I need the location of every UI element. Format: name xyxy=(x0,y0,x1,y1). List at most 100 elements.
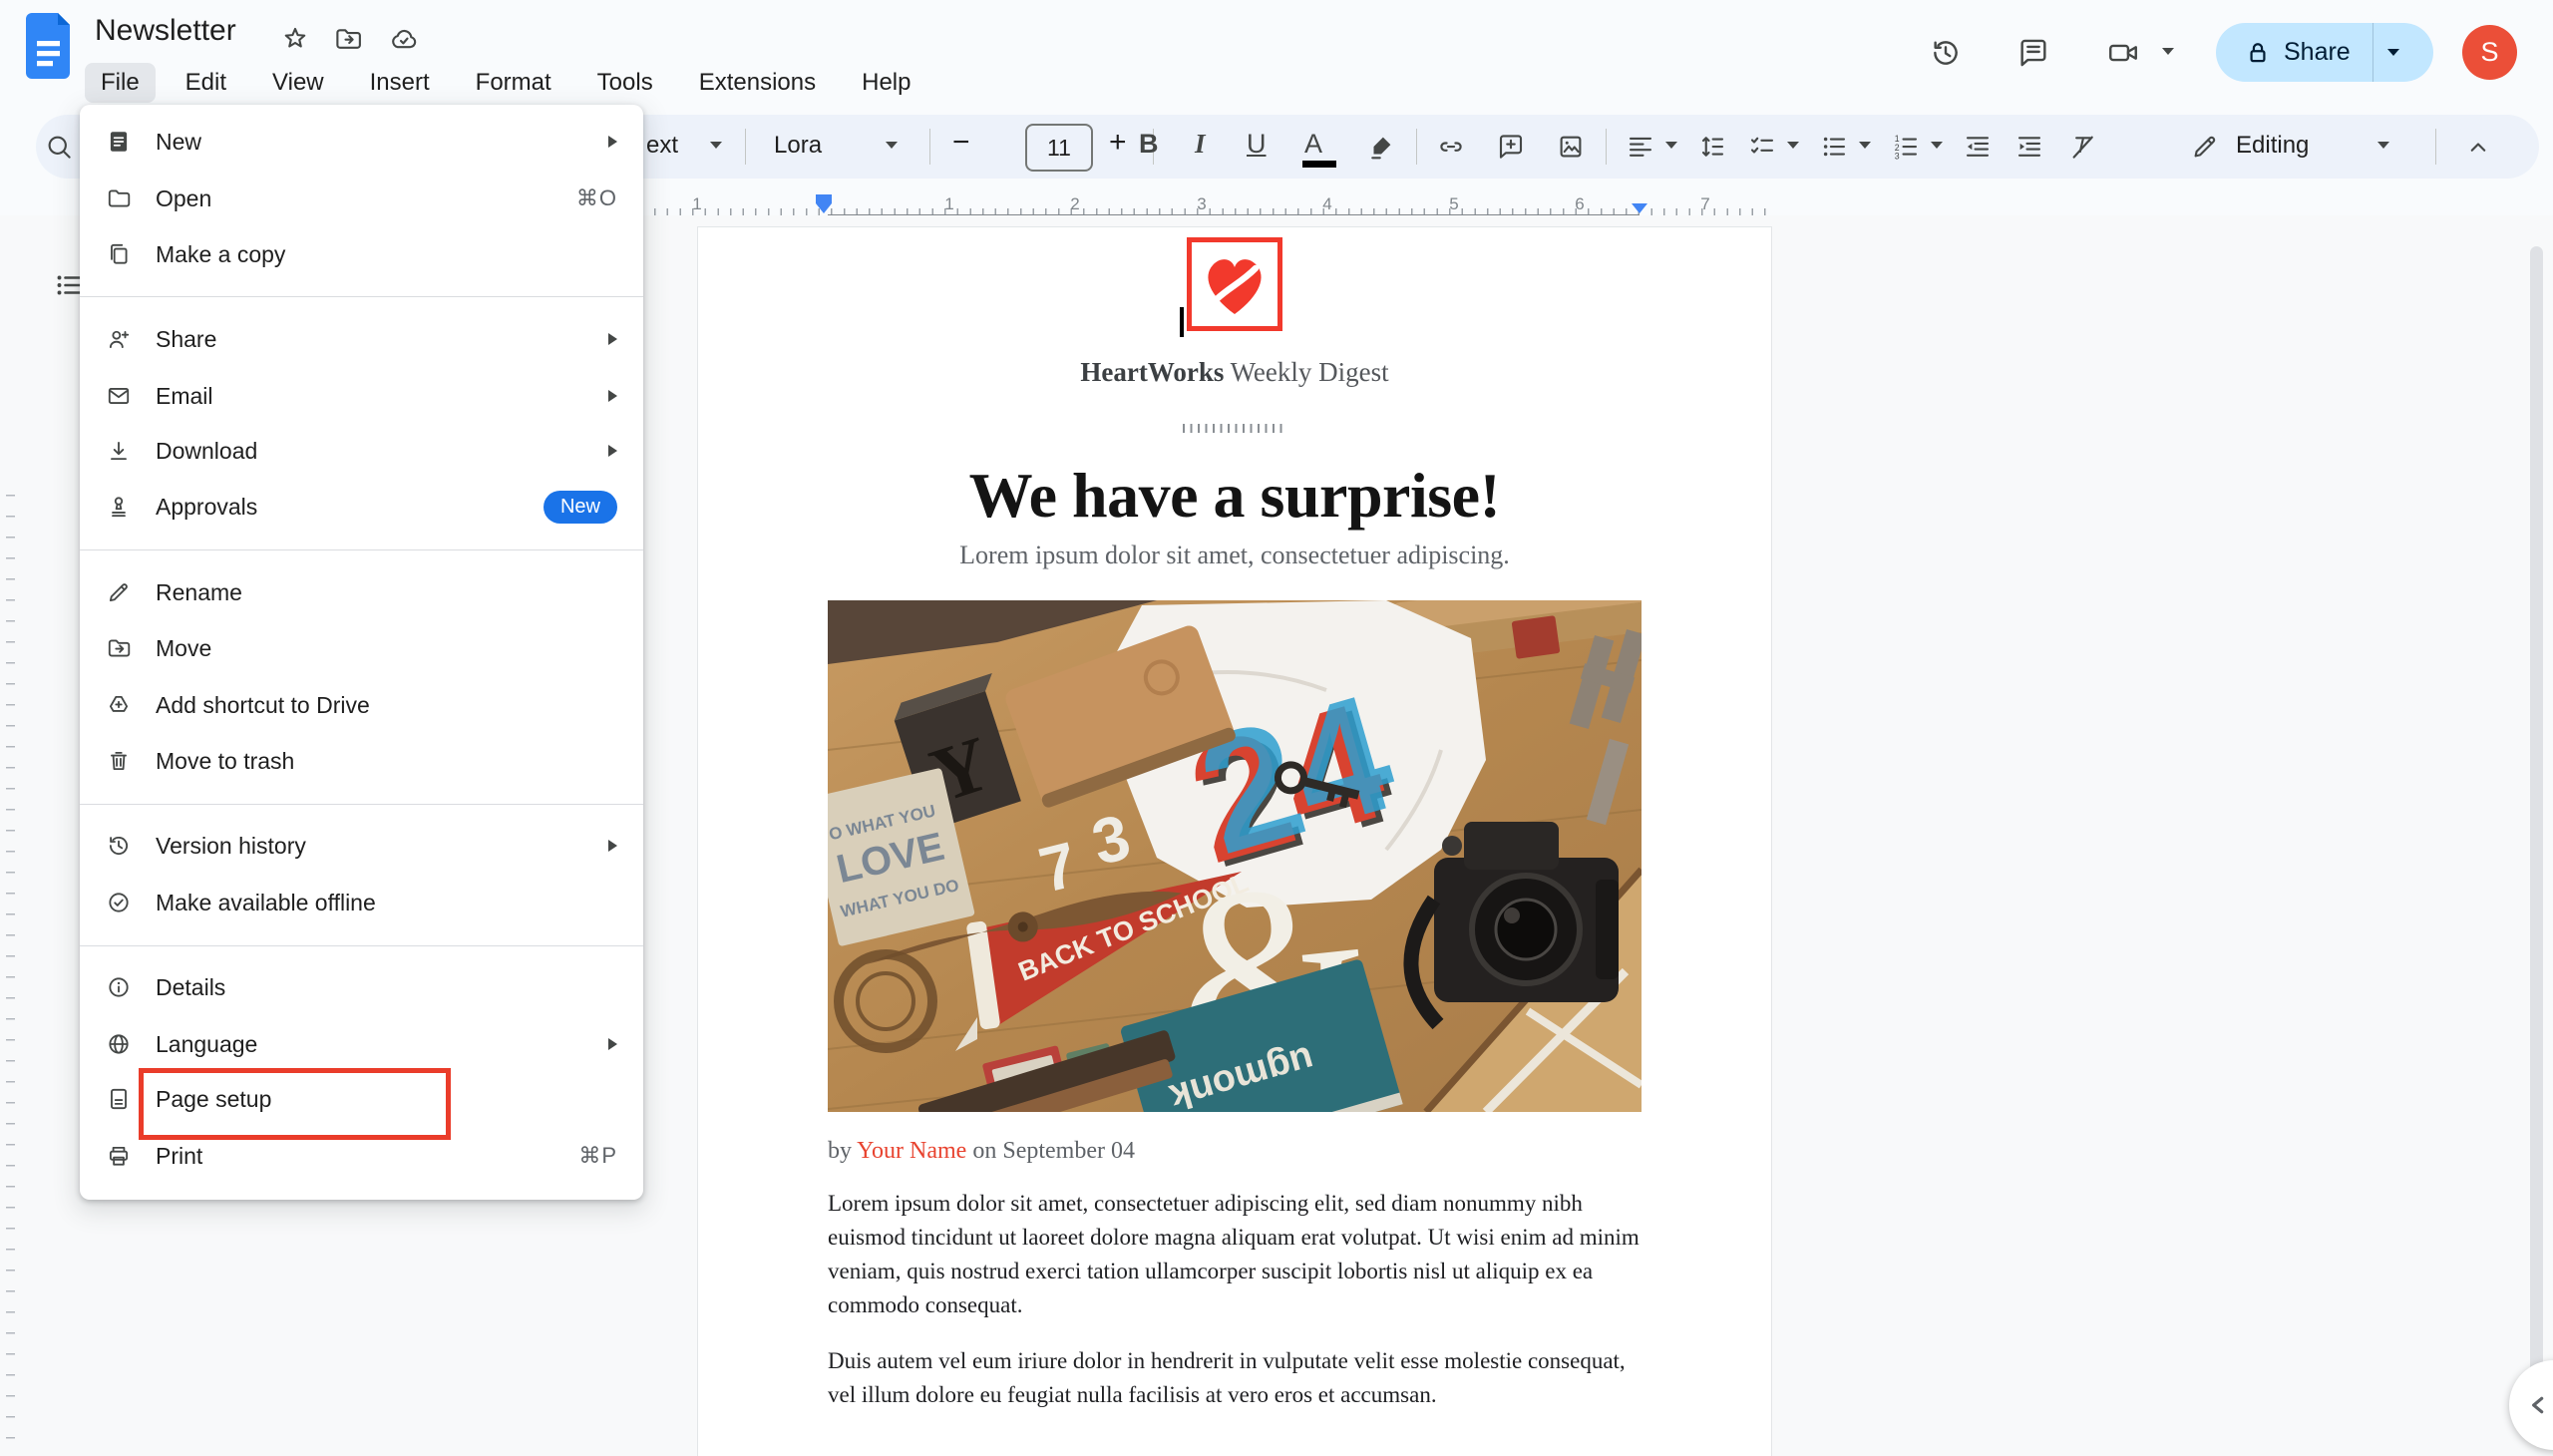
menu-item-download[interactable]: Download xyxy=(80,423,643,479)
editing-mode-dropdown[interactable]: Editing xyxy=(2236,132,2309,160)
ruler-number: 1 xyxy=(944,194,953,214)
folder-move-icon xyxy=(106,635,132,661)
ruler-number: 4 xyxy=(1322,194,1331,214)
font-size-input[interactable]: 11 xyxy=(1025,124,1093,172)
copy-icon xyxy=(106,241,132,267)
menu-format[interactable]: Format xyxy=(460,63,567,103)
numbered-list-dropdown-icon[interactable] xyxy=(1931,142,1943,149)
search-icon[interactable] xyxy=(44,132,74,162)
video-call-dropdown-icon[interactable] xyxy=(2162,48,2174,55)
insert-link-button[interactable] xyxy=(1436,132,1466,162)
cloud-status-icon[interactable] xyxy=(389,24,419,54)
editing-mode-dropdown-icon[interactable] xyxy=(2377,142,2389,149)
menu-insert[interactable]: Insert xyxy=(354,63,446,103)
keyboard-shortcut: ⌘P xyxy=(578,1143,617,1169)
menu-item-open[interactable]: Open ⌘O xyxy=(80,171,643,226)
google-docs-window: Newsletter File Edit View Insert Format … xyxy=(0,0,2553,1456)
menu-item-make-available-offline[interactable]: Make available offline xyxy=(80,875,643,930)
document-page[interactable]: HeartWorks Weekly Digest We have a surpr… xyxy=(697,226,1772,1456)
menu-item-add-shortcut-to-drive[interactable]: Add shortcut to Drive xyxy=(80,677,643,733)
highlight-color-button[interactable] xyxy=(1366,132,1396,162)
menu-view[interactable]: View xyxy=(256,63,340,103)
envelope-icon xyxy=(106,383,132,409)
menu-item-approvals[interactable]: Approvals New xyxy=(80,479,643,535)
article-subtitle: Lorem ipsum dolor sit amet, consectetuer… xyxy=(828,541,1641,570)
first-line-indent-marker[interactable] xyxy=(816,194,832,203)
menu-divider xyxy=(80,549,643,550)
vertical-scrollbar-thumb[interactable] xyxy=(2530,246,2543,1428)
add-comment-button[interactable] xyxy=(1496,132,1526,162)
right-indent-marker[interactable] xyxy=(1632,203,1647,213)
file-menu-dropdown: New Open ⌘O Make a copy Share xyxy=(80,105,643,1200)
docs-logo-icon[interactable] xyxy=(26,13,76,79)
menu-item-email[interactable]: Email xyxy=(80,368,643,424)
comments-icon[interactable] xyxy=(2016,36,2050,70)
info-icon xyxy=(106,974,132,1000)
left-indent-marker[interactable] xyxy=(816,203,832,213)
download-icon xyxy=(106,438,132,464)
menu-help[interactable]: Help xyxy=(846,63,926,103)
paragraph-styles-dropdown[interactable]: ext xyxy=(646,132,678,160)
align-button[interactable] xyxy=(1626,132,1655,162)
bulleted-list-dropdown-icon[interactable] xyxy=(1859,142,1871,149)
menu-item-share[interactable]: Share xyxy=(80,311,643,367)
underline-button[interactable]: U xyxy=(1247,129,1267,160)
insert-image-button[interactable] xyxy=(1556,132,1586,162)
submenu-arrow-icon xyxy=(608,333,617,345)
submenu-arrow-icon xyxy=(608,840,617,852)
line-spacing-button[interactable] xyxy=(1697,132,1727,162)
menu-file[interactable]: File xyxy=(85,63,156,103)
text-color-button[interactable]: A xyxy=(1304,129,1322,160)
decrease-font-size-button[interactable]: − xyxy=(952,126,970,160)
ruler-number: 1 xyxy=(692,194,701,214)
editing-mode-pencil-icon[interactable] xyxy=(2190,132,2220,162)
font-dropdown-icon[interactable] xyxy=(886,142,898,149)
document-title[interactable]: Newsletter xyxy=(95,14,236,48)
bulleted-list-button[interactable] xyxy=(1819,132,1849,162)
menu-item-version-history[interactable]: Version history xyxy=(80,818,643,874)
text-cursor xyxy=(1180,307,1184,337)
decrease-indent-button[interactable] xyxy=(1963,132,1993,162)
increase-indent-button[interactable] xyxy=(2014,132,2044,162)
star-icon[interactable] xyxy=(280,24,310,54)
menu-item-language[interactable]: Language xyxy=(80,1016,643,1072)
menu-item-make-a-copy[interactable]: Make a copy xyxy=(80,226,643,282)
menu-item-move[interactable]: Move xyxy=(80,620,643,676)
checklist-dropdown-icon[interactable] xyxy=(1787,142,1799,149)
svg-text:3: 3 xyxy=(1895,152,1900,162)
menu-item-new[interactable]: New xyxy=(80,114,643,170)
menu-item-rename[interactable]: Rename xyxy=(80,564,643,620)
numbered-list-button[interactable]: 123 xyxy=(1891,132,1921,162)
font-family-dropdown[interactable]: Lora xyxy=(774,132,822,160)
menu-item-move-to-trash[interactable]: Move to trash xyxy=(80,733,643,789)
menu-item-print[interactable]: Print ⌘P xyxy=(80,1128,643,1184)
menu-extensions[interactable]: Extensions xyxy=(683,63,832,103)
increase-font-size-button[interactable]: + xyxy=(1109,126,1127,160)
heart-icon xyxy=(1192,242,1277,326)
menu-edit[interactable]: Edit xyxy=(170,63,242,103)
article-photo[interactable]: 24 24 24 Y xyxy=(828,600,1641,1112)
share-button[interactable]: Share xyxy=(2216,23,2433,82)
page-icon xyxy=(106,1086,132,1112)
styles-dropdown-icon[interactable] xyxy=(710,142,722,149)
italic-button[interactable]: I xyxy=(1195,129,1206,160)
bold-button[interactable]: B xyxy=(1139,129,1159,160)
share-dropdown-icon[interactable] xyxy=(2387,49,2399,56)
version-history-icon[interactable] xyxy=(1929,36,1963,70)
hide-menus-chevron-icon[interactable] xyxy=(2463,132,2493,162)
move-folder-icon[interactable] xyxy=(333,24,363,54)
video-call-icon[interactable] xyxy=(2106,36,2140,70)
menu-item-details[interactable]: Details xyxy=(80,959,643,1015)
trash-icon xyxy=(106,748,132,774)
clear-formatting-button[interactable] xyxy=(2068,132,2098,162)
body-paragraph-2: Duis autem vel eum iriure dolor in hendr… xyxy=(828,1344,1641,1412)
menu-item-page-setup[interactable]: Page setup xyxy=(80,1071,643,1127)
menu-tools[interactable]: Tools xyxy=(581,63,669,103)
newsletter-logo[interactable] xyxy=(1187,237,1282,331)
avatar[interactable]: S xyxy=(2462,25,2517,80)
byline-author[interactable]: Your Name xyxy=(857,1138,966,1164)
heart-logo-image[interactable] xyxy=(1187,237,1282,331)
align-dropdown-icon[interactable] xyxy=(1665,142,1677,149)
header-bar: Newsletter File Edit View Insert Format … xyxy=(0,0,2553,105)
checklist-button[interactable] xyxy=(1747,132,1777,162)
